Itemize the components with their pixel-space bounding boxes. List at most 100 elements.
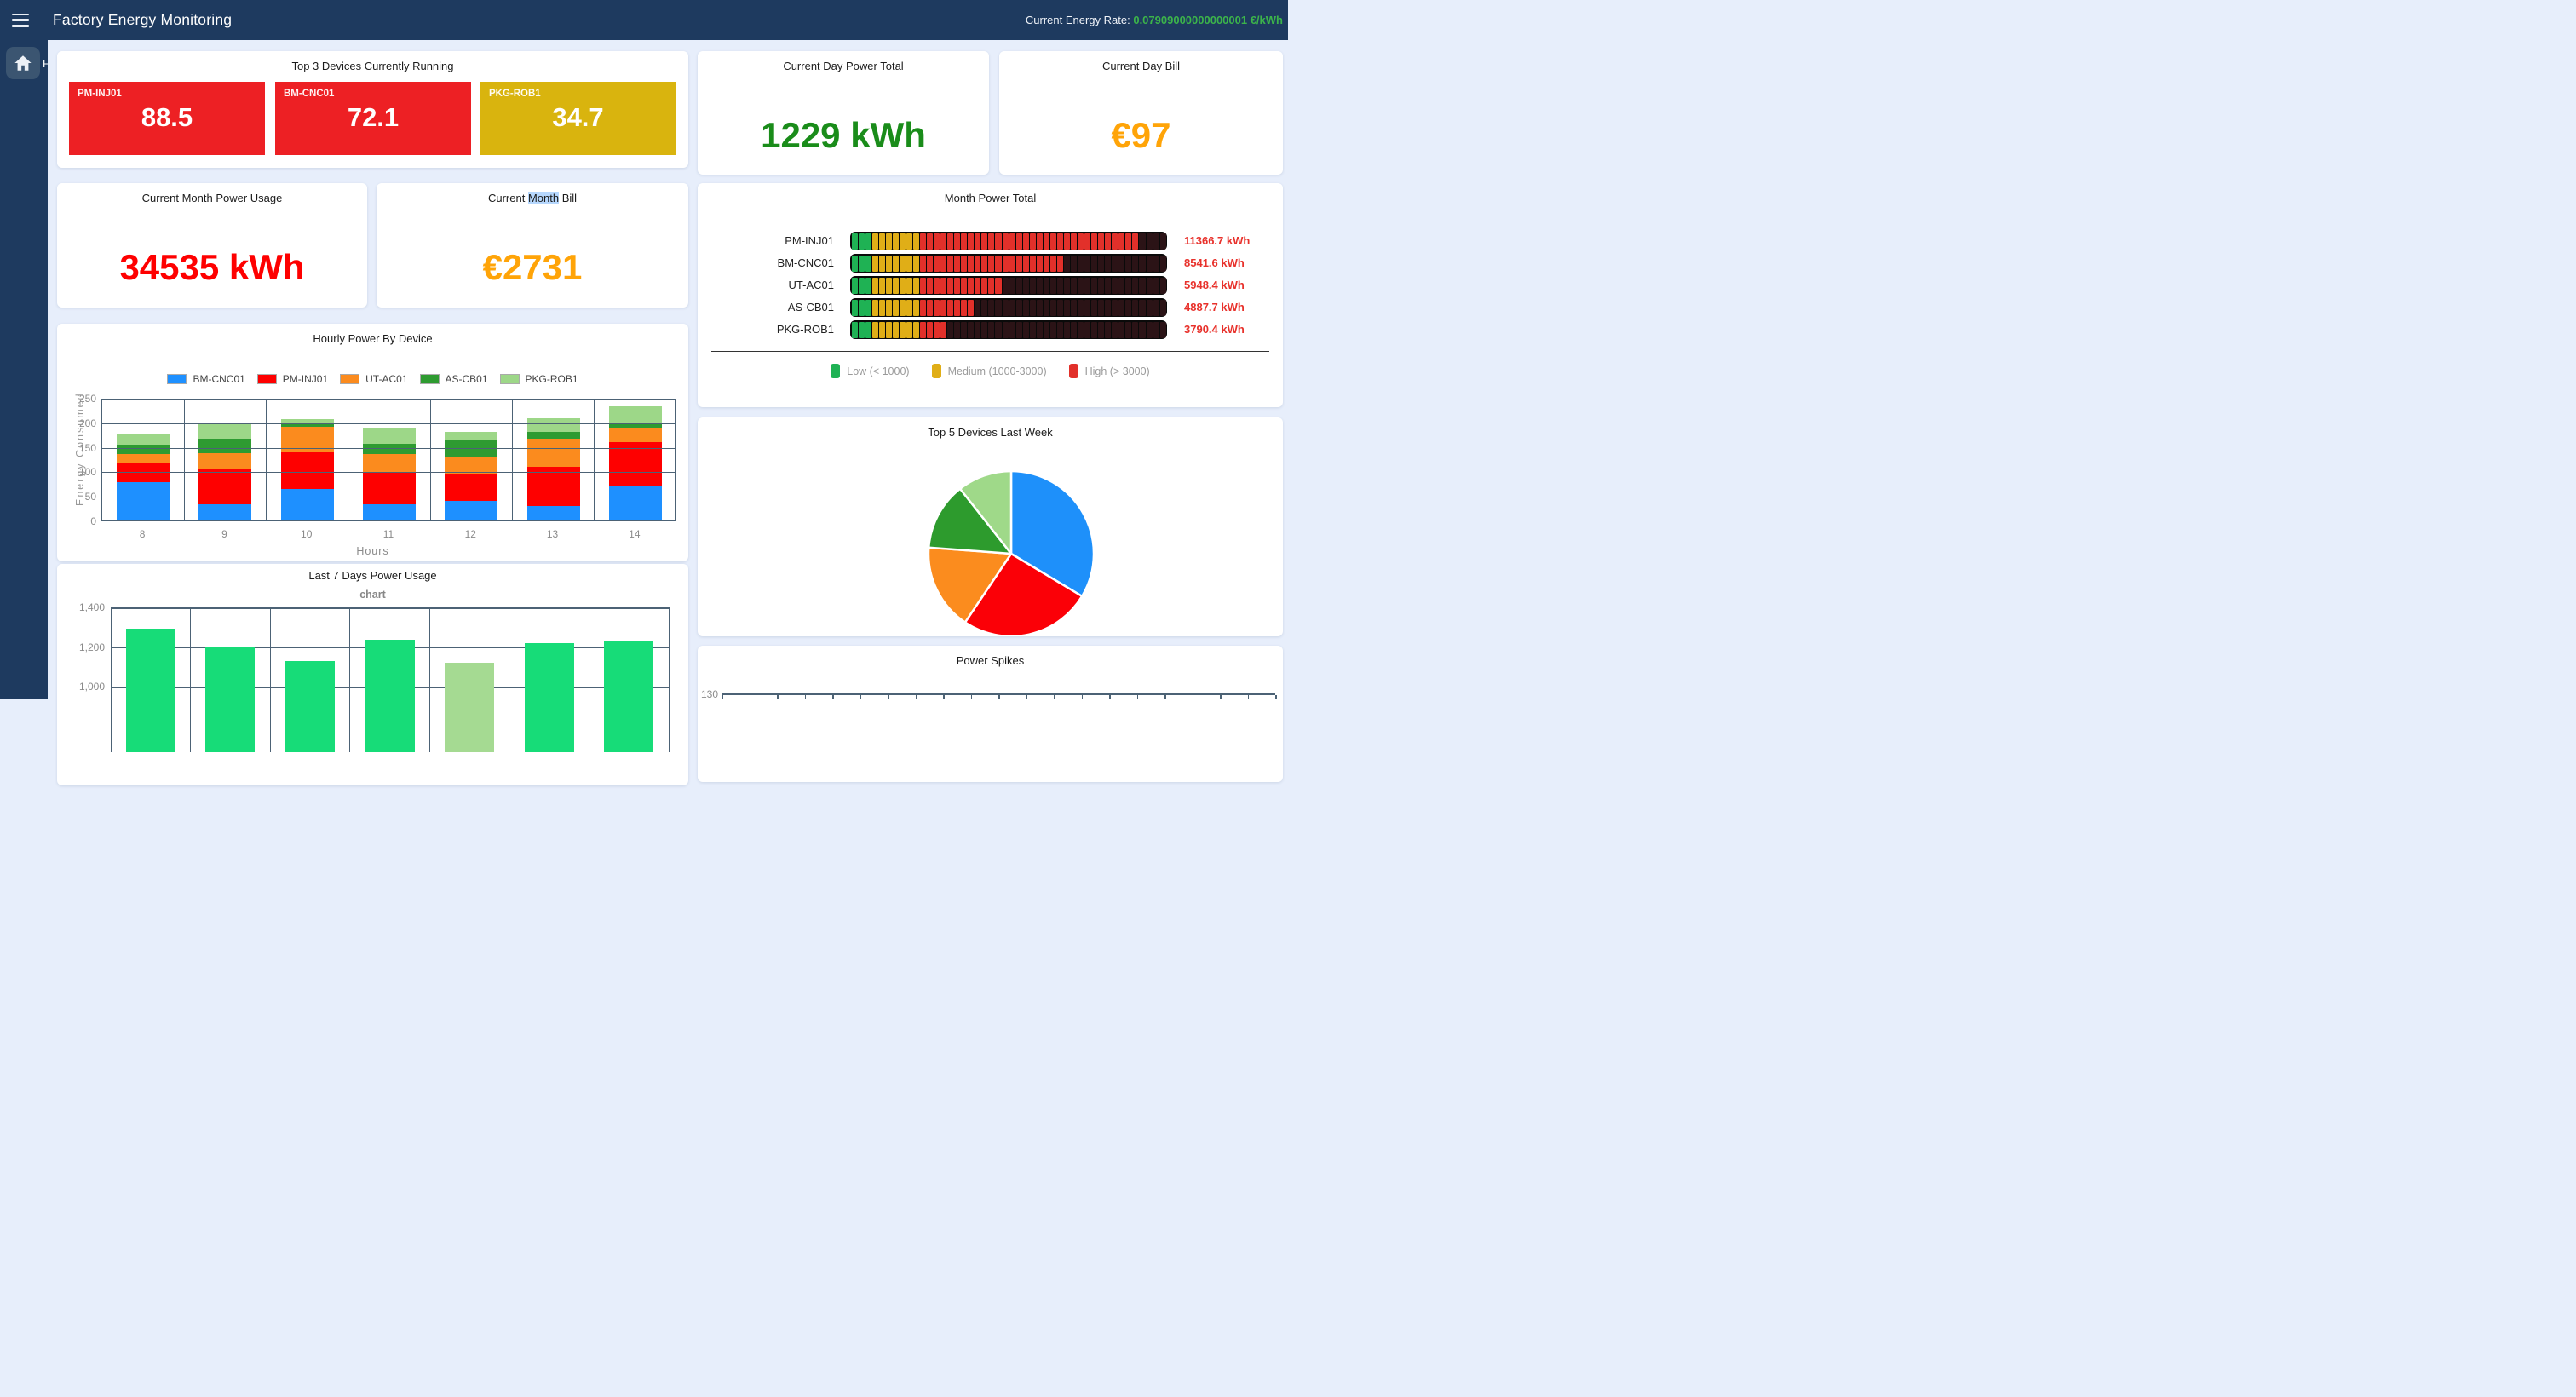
gauge-segment: [1125, 300, 1131, 316]
gauge-segment: [947, 233, 953, 250]
day-bar: [604, 641, 653, 752]
gauge-segment: [1160, 233, 1166, 250]
gauge-segment: [1030, 256, 1036, 272]
pie-svg: [922, 464, 1101, 636]
day-bill-value: €97: [999, 116, 1283, 155]
gauge-segment: [906, 278, 912, 294]
gauge-segment: [913, 300, 919, 316]
gauge-segment: [954, 322, 960, 338]
gauge-segment: [913, 322, 919, 338]
gauge-segment: [1139, 233, 1145, 250]
gauge-legend: Low (< 1000)Medium (1000-3000)High (> 30…: [698, 364, 1283, 378]
gauge-segment: [1078, 256, 1084, 272]
gauge-segment: [1037, 256, 1043, 272]
gauge-segment: [852, 300, 858, 316]
axis-tick: [888, 695, 889, 699]
gauge-segment: [1050, 300, 1056, 316]
gauge-segment: [1050, 256, 1056, 272]
gauge-segment: [920, 278, 926, 294]
axis-tick: [777, 695, 779, 699]
gauge-row: PKG-ROB13790.4 kWh: [698, 319, 1283, 341]
axis-tick: [832, 695, 834, 699]
gauge-segment: [1160, 322, 1166, 338]
x-tick-label: 13: [511, 528, 593, 540]
gauge-segment: [900, 233, 906, 250]
v-gridline: [190, 607, 191, 752]
gauge-segment: [995, 322, 1001, 338]
gauge-segment: [1044, 233, 1049, 250]
gauge-segment: [913, 256, 919, 272]
gauge-segment: [1125, 278, 1131, 294]
gauge-segment: [1084, 256, 1090, 272]
gauge-segment: [1003, 300, 1009, 316]
gauge-segment: [859, 278, 865, 294]
gauge-segment: [886, 322, 892, 338]
legend-swatch: [500, 374, 520, 384]
legend-item: PKG-ROB1: [500, 373, 578, 385]
gauge-segment: [1147, 300, 1153, 316]
gauge-segment: [995, 278, 1001, 294]
gauge-device-label: AS-CB01: [698, 296, 834, 319]
h-gridline: [101, 472, 676, 473]
stacked-bar-segment: [281, 452, 334, 489]
gauge-segment: [1044, 300, 1049, 316]
card-title: Current Month Power Usage: [57, 192, 367, 204]
card-top5-week: Top 5 Devices Last Week: [698, 417, 1283, 636]
gauge-segment: [1112, 300, 1118, 316]
month-bill-value: €2731: [377, 248, 688, 287]
gauge-segment: [1003, 322, 1009, 338]
gauge-segment: [947, 278, 953, 294]
gauge-segment: [1023, 233, 1029, 250]
sidebar: F: [0, 40, 48, 698]
gauge-segment: [1044, 278, 1049, 294]
gauge-segment: [872, 322, 878, 338]
gauge-segment: [865, 278, 871, 294]
gauge-segment: [995, 300, 1001, 316]
axis-tick: [805, 695, 807, 699]
menu-icon[interactable]: [12, 14, 29, 27]
home-nav-button[interactable]: [6, 47, 40, 79]
gauge-segment: [1064, 322, 1070, 338]
gauge-segment: [1091, 278, 1097, 294]
gauge-segment: [1160, 278, 1166, 294]
legend-swatch: [420, 374, 440, 384]
gauge-segment: [927, 256, 933, 272]
stacked-bar-segment: [445, 432, 497, 440]
stacked-bar-segment: [198, 439, 251, 453]
stacked-bar-segment: [198, 504, 251, 520]
day-bar: [365, 640, 415, 752]
gauge-segment: [981, 233, 987, 250]
gauge-segment: [1084, 278, 1090, 294]
v-gridline: [512, 400, 513, 520]
stacked-bar-segment: [609, 423, 662, 428]
gauge-segment: [1003, 278, 1009, 294]
gauge-segment: [954, 278, 960, 294]
gauge-segment: [1057, 300, 1063, 316]
gauge-segment: [947, 322, 953, 338]
legend-item: UT-AC01: [340, 373, 407, 385]
axis-tick: [1109, 695, 1111, 699]
gauge-segment: [1037, 322, 1043, 338]
gauge-segment: [1009, 300, 1015, 316]
gauge-segment: [1044, 256, 1049, 272]
gauge-segment: [1016, 233, 1022, 250]
gauge-segment: [1023, 300, 1029, 316]
axis-tick: [943, 695, 945, 699]
gauge-segment: [900, 322, 906, 338]
gauge-segment: [893, 233, 899, 250]
y-axis-title: Energy Consumed: [74, 412, 86, 506]
gauge-segment: [981, 278, 987, 294]
card-top-devices: Top 3 Devices Currently Running PM-INJ01…: [57, 51, 688, 168]
gauge-segment: [968, 256, 974, 272]
gauge-segment: [1071, 278, 1077, 294]
gauge-bar: [850, 320, 1167, 339]
gauge-segment: [865, 233, 871, 250]
gauge-segment: [981, 322, 987, 338]
gauge-segment: [1037, 300, 1043, 316]
gauge-segment: [947, 256, 953, 272]
v-gridline: [669, 607, 670, 752]
stacked-bar-segment: [363, 504, 416, 520]
top-app-bar: Factory Energy Monitoring Current Energy…: [0, 0, 1288, 40]
gauge-segment: [1112, 322, 1118, 338]
gauge-segment: [920, 233, 926, 250]
